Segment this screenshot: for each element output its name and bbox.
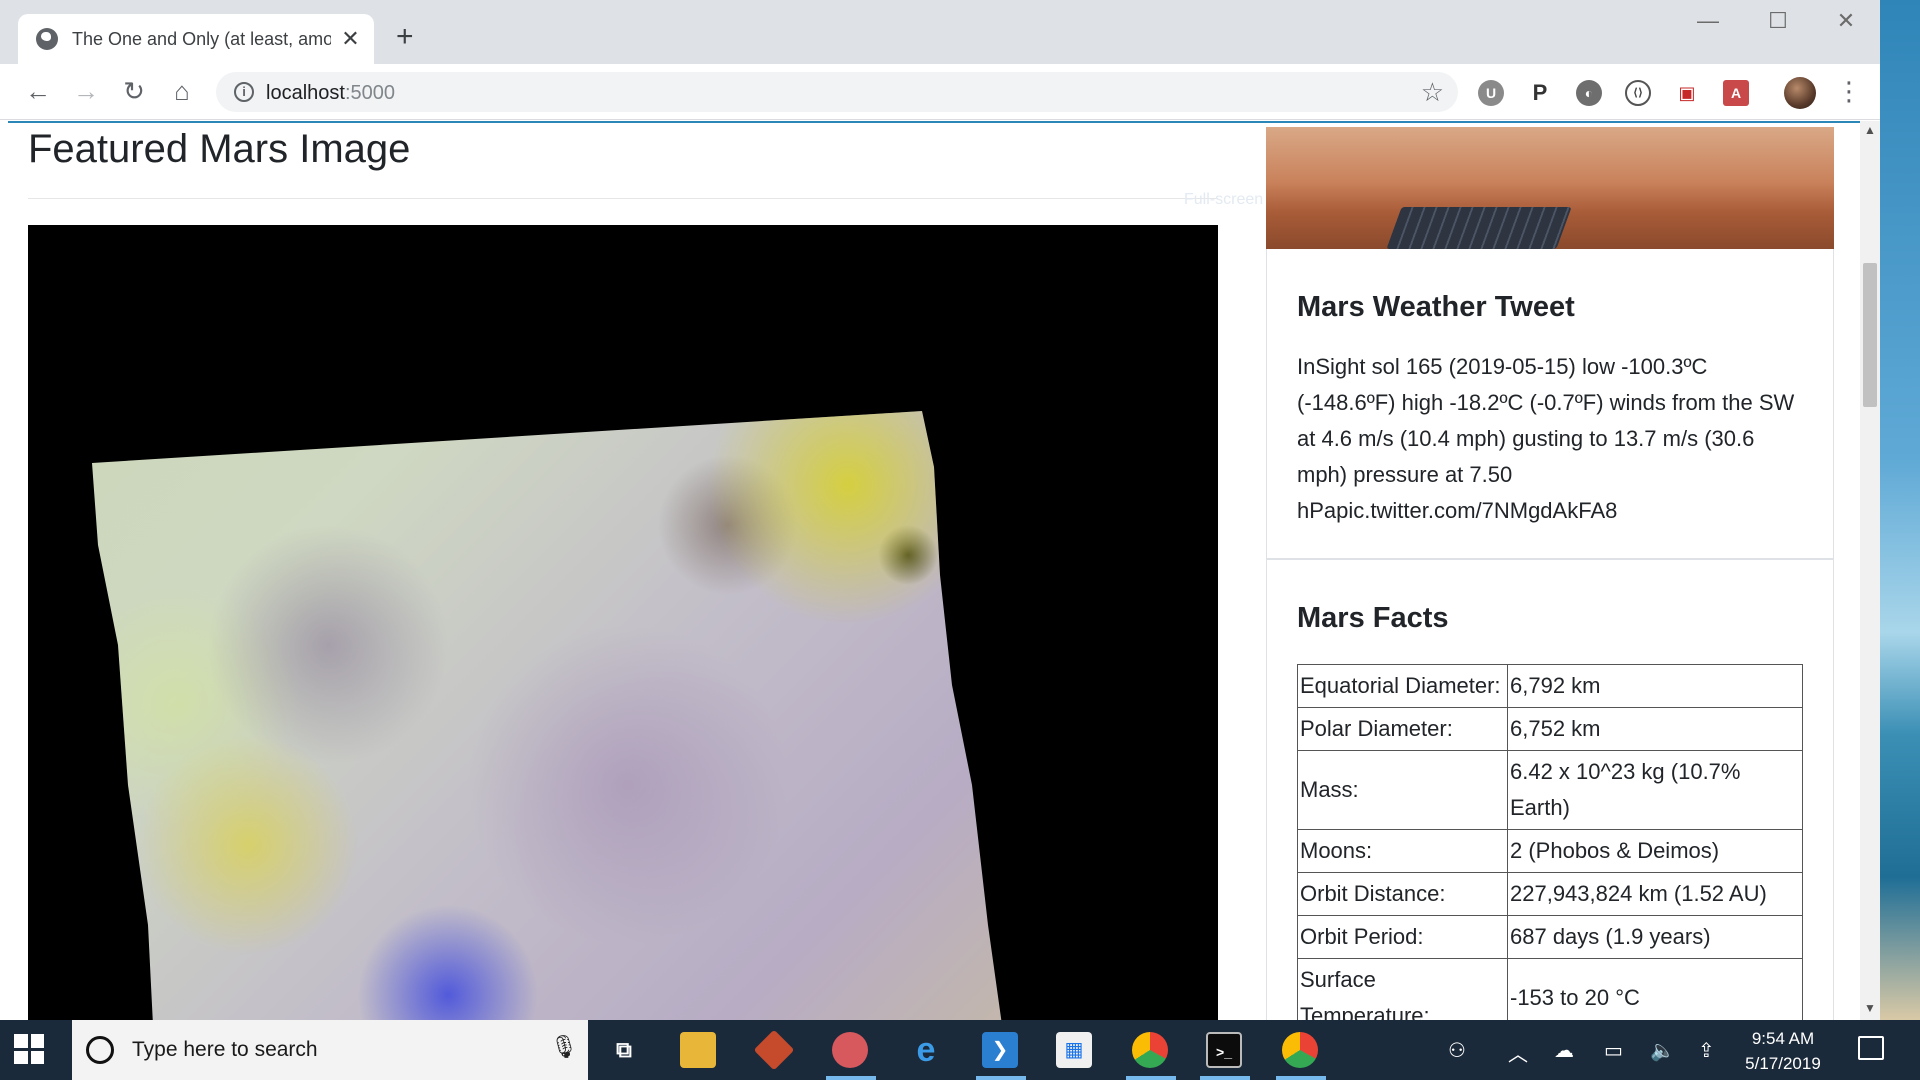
clock-date: 5/17/2019 (1745, 1054, 1821, 1073)
facts-title: Mars Facts (1297, 602, 1449, 634)
taskbar-clock[interactable]: 9:54 AM 5/17/2019 (1734, 1026, 1832, 1076)
battery-icon[interactable]: ▭ (1604, 1038, 1623, 1063)
info-icon[interactable]: i (234, 82, 254, 102)
scroll-down-arrow-icon[interactable]: ▼ (1860, 1001, 1880, 1015)
sidebar: Mars Weather Tweet InSight sol 165 (2019… (1266, 127, 1834, 1020)
extension-icon-1[interactable]: U (1478, 80, 1504, 106)
home-button[interactable]: ⌂ (164, 76, 200, 106)
snip-tool-icon[interactable] (832, 1032, 868, 1068)
chrome-icon[interactable] (1282, 1032, 1318, 1068)
close-window-button[interactable]: ✕ (1826, 8, 1866, 34)
store-icon[interactable]: ▦ (1056, 1032, 1092, 1068)
upload-cloud-icon[interactable]: ⇪ (1698, 1038, 1715, 1063)
extension-icon-3[interactable]: ◐ (1576, 80, 1602, 106)
page-title: Featured Mars Image (28, 127, 411, 171)
chrome-active-indicator (1276, 1076, 1326, 1080)
taskbar-search[interactable]: Type here to search 🎙 (72, 1020, 588, 1080)
tab-active[interactable]: The One and Only (at least, amor ✕ (18, 14, 374, 64)
scroll-up-arrow-icon[interactable]: ▲ (1860, 123, 1880, 137)
table-row: Moons: 2 (Phobos & Deimos) (1297, 829, 1803, 873)
new-tab-button[interactable]: + (396, 22, 414, 52)
snip-active-indicator (826, 1076, 876, 1080)
address-bar[interactable]: i localhost:5000 ☆ (216, 72, 1458, 112)
vs-code-icon[interactable]: ❯ (982, 1032, 1018, 1068)
featured-mars-image[interactable] (28, 225, 1218, 1020)
pdf-icon[interactable]: A (1723, 80, 1749, 106)
scroll-thumb[interactable] (1863, 263, 1877, 407)
search-placeholder: Type here to search (132, 1038, 318, 1061)
minimize-button[interactable]: — (1688, 8, 1728, 34)
facts-card: Mars Facts Equatorial Diameter: 6,792 km … (1266, 559, 1834, 1020)
table-row: Orbit Period: 687 days (1.9 years) (1297, 915, 1803, 959)
weather-card: Mars Weather Tweet InSight sol 165 (2019… (1266, 249, 1834, 559)
menu-icon[interactable]: ⋮ (1836, 76, 1862, 107)
profile-avatar[interactable] (1784, 77, 1816, 109)
people-icon[interactable]: ⚇ (1448, 1038, 1466, 1063)
bookmark-star-icon[interactable]: ☆ (1421, 77, 1444, 108)
edge-icon[interactable]: e (908, 1032, 944, 1068)
terminal-active-indicator (1200, 1076, 1250, 1080)
globe-icon (36, 28, 58, 50)
extension-icon-4[interactable]: ⟨⟩ (1625, 80, 1651, 106)
page-top-border (8, 121, 1860, 123)
table-row: Mass: 6.42 x 10^23 kg (10.7% Earth) (1297, 750, 1803, 830)
back-button[interactable]: ← (20, 76, 56, 106)
tab-strip: The One and Only (at least, amor ✕ + — ☐… (0, 0, 1880, 64)
tab-title: The One and Only (at least, amor (72, 28, 331, 49)
table-row: Orbit Distance: 227,943,824 km (1.52 AU) (1297, 872, 1803, 916)
table-row: Equatorial Diameter: 6,792 km (1297, 664, 1803, 708)
page-scrollbar[interactable]: ▲ ▼ (1860, 121, 1880, 1020)
file-explorer-icon[interactable] (680, 1032, 716, 1068)
start-button[interactable] (14, 1034, 44, 1064)
mars-hero-image (1266, 127, 1834, 249)
extension-icon-2[interactable]: P (1527, 80, 1553, 106)
windows-taskbar: Type here to search 🎙 ⧉ e ❯ ▦ >_ ⚇ ︿ ☁ ▭… (0, 1020, 1920, 1080)
url-text: localhost:5000 (266, 82, 395, 104)
reload-button[interactable]: ↻ (116, 76, 152, 106)
cortana-icon (86, 1036, 114, 1064)
weather-text: InSight sol 165 (2019-05-15) low -100.3º… (1297, 354, 1795, 523)
pocket-icon[interactable]: ▣ (1674, 80, 1700, 106)
microphone-icon[interactable]: 🎙 (550, 1034, 578, 1060)
table-row: Polar Diameter: 6,752 km (1297, 707, 1803, 751)
volume-icon[interactable]: 🔈 (1650, 1038, 1675, 1063)
chrome-dev-icon[interactable] (1132, 1032, 1168, 1068)
facts-table: Equatorial Diameter: 6,792 km Polar Diame… (1297, 664, 1803, 1020)
show-hidden-icons-icon[interactable]: ︿ (1508, 1038, 1528, 1067)
tab-close-button[interactable]: ✕ (339, 26, 362, 52)
maximize-button[interactable]: ☐ (1758, 8, 1798, 34)
chrome-dev-active-indicator (1126, 1076, 1176, 1080)
terminal-icon[interactable]: >_ (1206, 1032, 1242, 1068)
insight-lander-image (1386, 207, 1572, 249)
task-view-icon[interactable]: ⧉ (606, 1032, 642, 1068)
table-row: Surface Temperature: -153 to 20 °C (1297, 958, 1803, 1020)
weather-title: Mars Weather Tweet (1297, 291, 1575, 323)
clock-time: 9:54 AM (1751, 1029, 1815, 1048)
vs-code-active-indicator (976, 1076, 1026, 1080)
browser-window: The One and Only (at least, amor ✕ + — ☐… (0, 0, 1880, 1020)
git-gui-icon[interactable] (753, 1029, 795, 1071)
desktop-wallpaper (1880, 0, 1920, 1020)
divider (28, 198, 1218, 199)
notification-icon[interactable] (1858, 1036, 1884, 1060)
mars-terrain-image (92, 411, 1002, 1020)
page-viewport: Featured Mars Image Full-screen Snip Mar… (4, 121, 1860, 1020)
forward-button[interactable]: → (68, 76, 104, 106)
onedrive-icon[interactable]: ☁ (1554, 1038, 1574, 1063)
